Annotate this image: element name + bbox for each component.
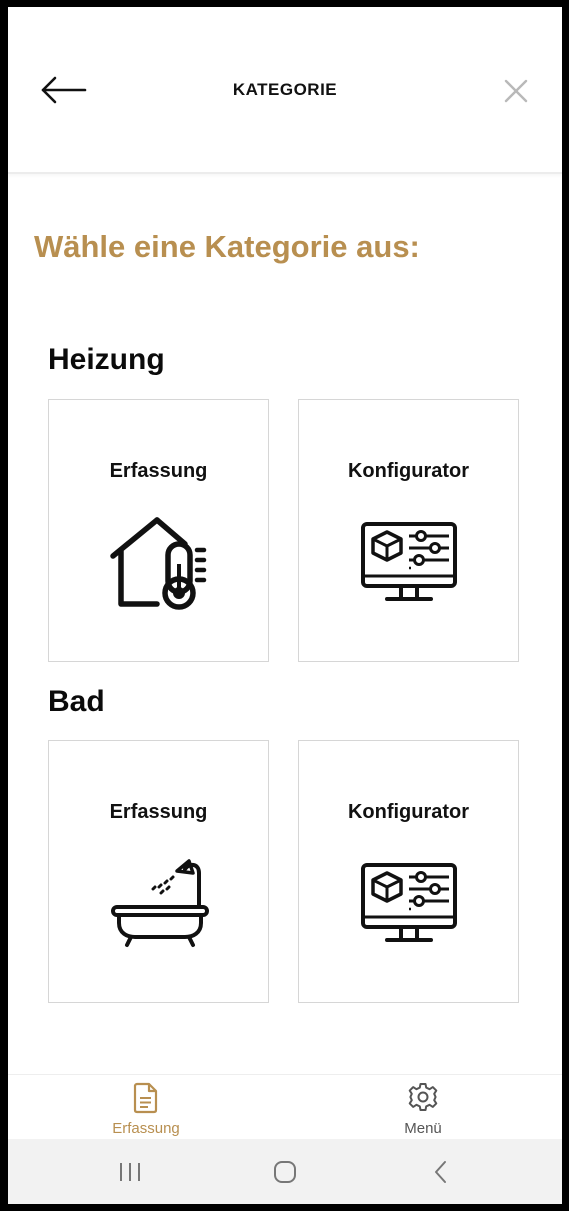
bathtub-shower-icon [111,859,209,947]
document-icon [133,1082,158,1114]
card-label: Konfigurator [347,460,470,482]
bottom-navigation: Erfassung Menü [8,1074,562,1140]
card-bad-konfigurator[interactable]: Konfigurator [298,740,519,1003]
close-button[interactable] [502,77,530,105]
card-bad-erfassung[interactable]: Erfassung [48,740,269,1003]
category-prompt: Wähle eine Kategorie aus: [34,229,420,264]
gear-icon [408,1083,438,1111]
recent-apps-button[interactable] [115,1157,145,1187]
chevron-left-icon [435,1161,446,1183]
recent-apps-icon [120,1163,140,1181]
card-heizung-erfassung[interactable]: Erfassung [48,399,269,662]
page-title: KATEGORIE [232,80,338,99]
card-label: Erfassung [109,460,208,482]
system-navigation-bar [8,1139,562,1204]
nav-item-erfassung[interactable]: Erfassung [76,1075,216,1140]
nav-label: Menü [404,1120,442,1137]
card-heizung-konfigurator[interactable]: Konfigurator [298,399,519,662]
app-header: KATEGORIE [8,7,562,174]
card-label: Konfigurator [347,801,470,823]
app-screen: KATEGORIE Wähle eine Kategorie aus: Heiz… [8,7,562,1204]
monitor-configurator-icon [361,863,457,942]
nav-label: Erfassung [112,1120,180,1137]
close-icon [504,79,528,103]
home-icon [274,1161,296,1183]
monitor-configurator-icon [361,522,457,601]
house-thermometer-icon [110,517,207,610]
system-back-button[interactable] [426,1157,456,1187]
nav-item-menu[interactable]: Menü [353,1075,493,1140]
card-label: Erfassung [109,801,208,823]
section-title-bad: Bad [48,685,105,718]
section-title-heizung: Heizung [48,343,165,376]
home-button[interactable] [270,1157,300,1187]
